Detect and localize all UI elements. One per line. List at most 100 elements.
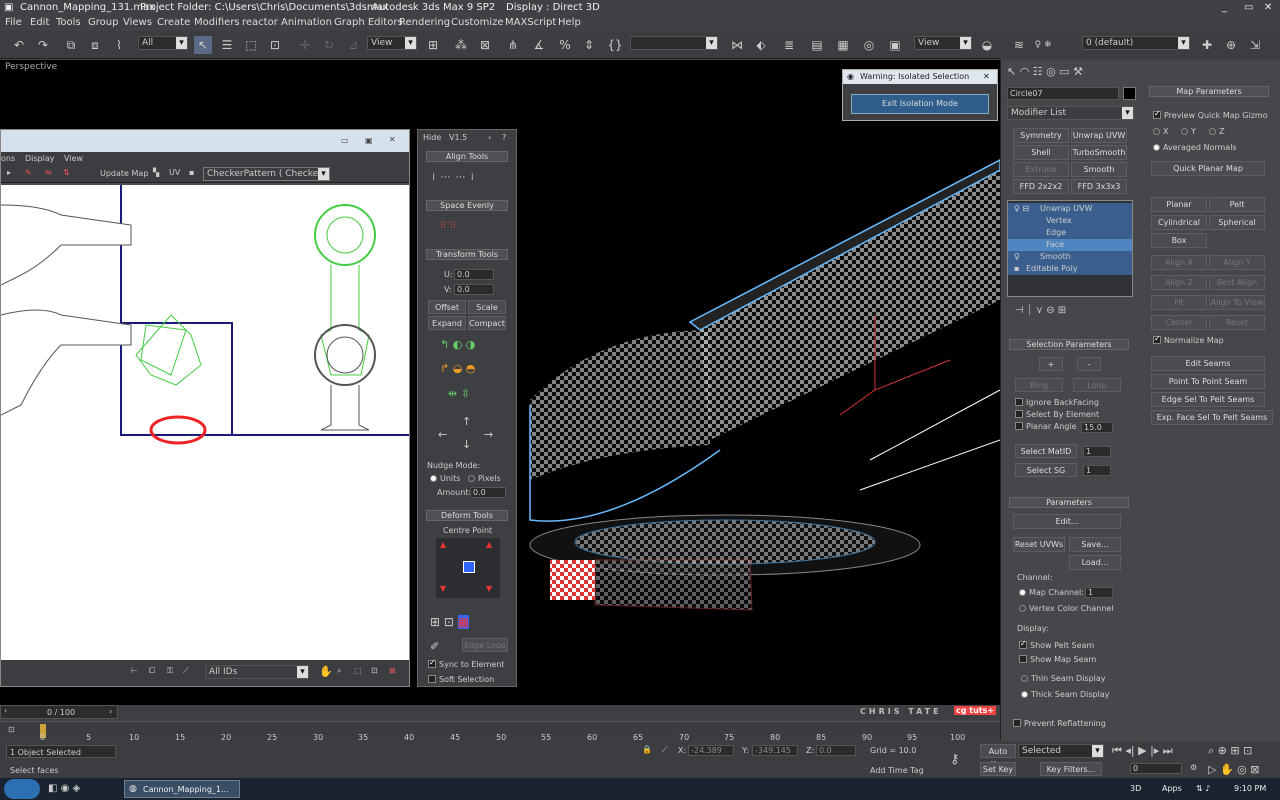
align-z-button[interactable]: Align Z	[1151, 275, 1207, 290]
soft-selection-checkbox[interactable]: Soft Selection	[428, 675, 494, 684]
prev-frame-icon[interactable]: ‹	[4, 706, 7, 715]
lock-selection-icon[interactable]: 🔒	[642, 745, 652, 754]
quicklaunch-icons[interactable]: ◧ ◉ ◈	[48, 783, 80, 794]
rotate-icons-2[interactable]: ↱ ◒ ◓	[440, 362, 475, 375]
z-coord-field[interactable]: 0.0	[816, 745, 856, 756]
render-setup-icon[interactable]: ▣	[886, 36, 904, 54]
percent-snap-icon[interactable]: %	[556, 36, 574, 54]
v-spinner[interactable]: 0.0	[454, 284, 494, 295]
menu-rendering[interactable]: Rendering	[399, 17, 450, 28]
menu-modifiers[interactable]: Modifiers	[194, 17, 240, 28]
corner-tr-icon[interactable]: ▲	[486, 540, 492, 549]
nudge-right-icon[interactable]: →	[484, 428, 493, 441]
selection-filter-dropdown[interactable]: All	[138, 36, 188, 50]
align-tools-header[interactable]: Align Tools	[426, 151, 508, 162]
planar-angle-spinner[interactable]: 15.0	[1081, 422, 1113, 433]
vertex-color-channel-radio[interactable]: Vertex Color Channel	[1019, 604, 1114, 613]
compact-button[interactable]: Compact	[468, 316, 506, 330]
select-mode-icons[interactable]: ⊞ ⊡ ▦	[430, 615, 470, 629]
ffd3-button[interactable]: FFD 3x3x3	[1071, 179, 1127, 194]
select-sg-button[interactable]: Select SG	[1015, 463, 1077, 477]
pivot-icon[interactable]: ⊞	[424, 36, 442, 54]
start-button[interactable]	[4, 779, 40, 799]
zoom-extents-icon[interactable]: ⬚	[354, 666, 362, 675]
rect-selection-icon[interactable]: ⬚	[242, 36, 260, 54]
zoom-region-icon[interactable]: ⧠	[149, 666, 155, 676]
layer-manager-icon[interactable]: ≣	[780, 36, 798, 54]
quick-planar-button[interactable]: Quick Planar Map	[1151, 161, 1265, 176]
warning-close-button[interactable]: ✕	[983, 72, 990, 81]
absolute-mode-icon[interactable]: ⟋	[662, 745, 668, 755]
time-config-icon[interactable]: ⚙	[1190, 763, 1197, 772]
taskbar-apps[interactable]: Apps	[1162, 784, 1182, 793]
hand-icon[interactable]: ✋	[319, 665, 333, 678]
scale-icon[interactable]: ⊿	[344, 36, 362, 54]
stack-item-edge[interactable]: Edge	[1008, 227, 1132, 239]
edge-loop-button[interactable]: Edge Loop	[462, 638, 508, 652]
offset-button[interactable]: Offset	[428, 300, 466, 314]
render-view-dropdown[interactable]: View	[914, 36, 972, 50]
sync-to-element-checkbox[interactable]: Sync to Element	[428, 658, 505, 669]
loop-button[interactable]: Loop	[1073, 378, 1121, 392]
close-button[interactable]: ✕	[1264, 2, 1272, 13]
schematic-view-icon[interactable]: ▦	[834, 36, 852, 54]
x-radio[interactable]: X	[1153, 127, 1168, 136]
sg-spinner[interactable]: 1	[1083, 465, 1111, 476]
menu-customize[interactable]: Customize	[451, 17, 504, 28]
menu-animation[interactable]: Animation	[281, 17, 332, 28]
unlink-icon[interactable]: ⧈	[86, 36, 104, 54]
angle-snap-icon[interactable]: ∡	[530, 36, 548, 54]
tray-icons[interactable]: ⇅ ♪	[1196, 784, 1210, 793]
extrude-button[interactable]: Extrude	[1013, 162, 1069, 177]
show-map-icon[interactable]: UV	[169, 168, 180, 177]
new-layer-icon[interactable]: ✚	[1198, 36, 1216, 54]
pelt-button[interactable]: Pelt	[1209, 197, 1265, 212]
load-button[interactable]: Load...	[1069, 555, 1121, 570]
modifier-list-dropdown[interactable]: Modifier List	[1007, 106, 1134, 120]
map-channel-radio[interactable]: Map Channel:	[1019, 588, 1084, 597]
menu-maxscript[interactable]: MAXScript	[505, 17, 556, 28]
fit-icon[interactable]: ⊡	[371, 666, 378, 675]
texture-dropdown[interactable]: CheckerPattern ( Checker )	[203, 167, 330, 181]
snap-icon[interactable]: ⋔	[504, 36, 522, 54]
show-map-seam-checkbox[interactable]: Show Map Seam	[1019, 655, 1096, 664]
align-icons[interactable]: ⁞ ⋯ ⋯ ⁞	[432, 172, 475, 183]
shell-button[interactable]: Shell	[1013, 145, 1069, 160]
pixels-radio[interactable]: Pixels	[468, 474, 501, 483]
object-name-field[interactable]: Circle07	[1007, 87, 1119, 100]
align-y-button[interactable]: Align Y	[1209, 255, 1265, 270]
viewport-label[interactable]: Perspective	[5, 62, 57, 72]
select-layer-icon[interactable]: ⇲	[1246, 36, 1264, 54]
best-align-button[interactable]: Best Align	[1209, 275, 1265, 290]
stack-item-unwrap[interactable]: ♀ ⊟ Unwrap UVW	[1008, 203, 1132, 215]
align-to-view-button[interactable]: Align To View	[1209, 295, 1265, 310]
edit-named-sel-icon[interactable]: {}	[606, 36, 624, 54]
edit-button[interactable]: Edit...	[1013, 514, 1121, 529]
map-parameters-header[interactable]: Map Parameters	[1149, 86, 1269, 97]
prevent-reflattening-checkbox[interactable]: Prevent Reflattening	[1013, 719, 1106, 728]
grow-button[interactable]: +	[1039, 357, 1063, 371]
menu-tools[interactable]: Tools	[56, 17, 81, 28]
checker-icon[interactable]: ▚	[153, 168, 159, 177]
auto-key-button[interactable]: Auto Key	[980, 744, 1016, 769]
menu-views[interactable]: Views	[123, 17, 152, 28]
transform-tools-header[interactable]: Transform Tools	[426, 249, 508, 260]
named-selection-dropdown[interactable]	[630, 36, 718, 50]
ignore-backfacing-checkbox[interactable]: Ignore BackFacing	[1015, 398, 1099, 407]
space-evenly-header[interactable]: Space Evenly	[426, 200, 508, 211]
scale-button[interactable]: Scale	[468, 300, 506, 314]
undo-icon[interactable]: ↶	[10, 36, 28, 54]
manipulate-icon[interactable]: ⁂	[452, 36, 470, 54]
u-spinner[interactable]: 0.0	[454, 269, 494, 280]
ffd2-button[interactable]: FFD 2x2x2	[1013, 179, 1069, 194]
time-slider[interactable]: 0 / 100 ›	[0, 705, 118, 719]
restore-button[interactable]: ▭	[1244, 2, 1253, 13]
quick-render-icon[interactable]: ◒	[978, 36, 996, 54]
viewport-nav-controls-2[interactable]: ▷ ✋ ◎ ⊠	[1208, 763, 1259, 776]
selection-parameters-header[interactable]: Selection Parameters	[1009, 339, 1129, 350]
z-radio[interactable]: Z	[1209, 127, 1224, 136]
select-object-icon[interactable]: ↖	[194, 36, 212, 54]
menu-create[interactable]: Create	[157, 17, 190, 28]
uv-menu-options[interactable]: ons	[1, 154, 15, 163]
map-channel-spinner[interactable]: 1	[1085, 587, 1113, 598]
